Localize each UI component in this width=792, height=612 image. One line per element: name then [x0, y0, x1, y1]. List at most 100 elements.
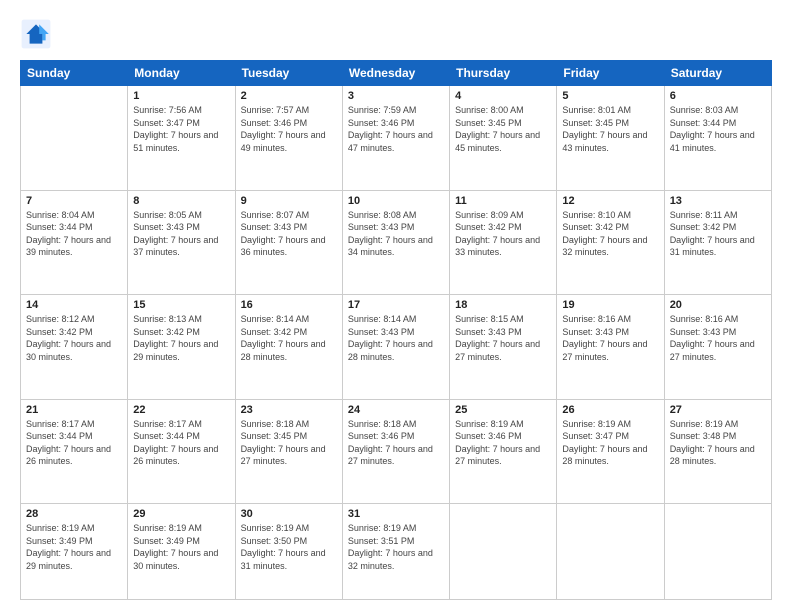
sunrise-text: Sunrise: 8:01 AM — [562, 104, 658, 117]
day-number: 11 — [455, 195, 551, 207]
calendar-day-cell: 31Sunrise: 8:19 AMSunset: 3:51 PMDayligh… — [342, 504, 449, 600]
sunset-text: Sunset: 3:43 PM — [241, 221, 337, 234]
cell-info: Sunrise: 8:09 AMSunset: 3:42 PMDaylight:… — [455, 209, 551, 259]
calendar-day-header: Saturday — [664, 61, 771, 86]
daylight-text: Daylight: 7 hours and 39 minutes. — [26, 234, 122, 259]
cell-info: Sunrise: 8:00 AMSunset: 3:45 PMDaylight:… — [455, 104, 551, 154]
daylight-text: Daylight: 7 hours and 37 minutes. — [133, 234, 229, 259]
daylight-text: Daylight: 7 hours and 28 minutes. — [670, 443, 766, 468]
calendar-day-cell: 25Sunrise: 8:19 AMSunset: 3:46 PMDayligh… — [450, 399, 557, 504]
sunrise-text: Sunrise: 7:56 AM — [133, 104, 229, 117]
cell-info: Sunrise: 8:16 AMSunset: 3:43 PMDaylight:… — [670, 313, 766, 363]
sunset-text: Sunset: 3:44 PM — [26, 221, 122, 234]
calendar-day-cell — [557, 504, 664, 600]
day-number: 5 — [562, 90, 658, 102]
logo — [20, 18, 56, 50]
day-number: 19 — [562, 299, 658, 311]
sunrise-text: Sunrise: 8:19 AM — [133, 522, 229, 535]
sunrise-text: Sunrise: 8:11 AM — [670, 209, 766, 222]
sunrise-text: Sunrise: 8:09 AM — [455, 209, 551, 222]
calendar-week-row: 1Sunrise: 7:56 AMSunset: 3:47 PMDaylight… — [21, 86, 772, 191]
day-number: 25 — [455, 404, 551, 416]
calendar-day-cell — [450, 504, 557, 600]
day-number: 8 — [133, 195, 229, 207]
sunset-text: Sunset: 3:42 PM — [562, 221, 658, 234]
daylight-text: Daylight: 7 hours and 51 minutes. — [133, 129, 229, 154]
sunrise-text: Sunrise: 8:16 AM — [670, 313, 766, 326]
day-number: 10 — [348, 195, 444, 207]
sunrise-text: Sunrise: 8:13 AM — [133, 313, 229, 326]
calendar-day-cell: 8Sunrise: 8:05 AMSunset: 3:43 PMDaylight… — [128, 190, 235, 295]
calendar-day-cell: 18Sunrise: 8:15 AMSunset: 3:43 PMDayligh… — [450, 295, 557, 400]
day-number: 22 — [133, 404, 229, 416]
cell-info: Sunrise: 8:12 AMSunset: 3:42 PMDaylight:… — [26, 313, 122, 363]
day-number: 17 — [348, 299, 444, 311]
sunrise-text: Sunrise: 8:15 AM — [455, 313, 551, 326]
day-number: 2 — [241, 90, 337, 102]
daylight-text: Daylight: 7 hours and 32 minutes. — [348, 547, 444, 572]
cell-info: Sunrise: 8:19 AMSunset: 3:49 PMDaylight:… — [26, 522, 122, 572]
calendar-day-cell — [21, 86, 128, 191]
sunset-text: Sunset: 3:43 PM — [562, 326, 658, 339]
sunset-text: Sunset: 3:45 PM — [455, 117, 551, 130]
cell-info: Sunrise: 8:17 AMSunset: 3:44 PMDaylight:… — [133, 418, 229, 468]
cell-info: Sunrise: 8:19 AMSunset: 3:47 PMDaylight:… — [562, 418, 658, 468]
sunrise-text: Sunrise: 7:59 AM — [348, 104, 444, 117]
day-number: 7 — [26, 195, 122, 207]
logo-icon — [20, 18, 52, 50]
sunrise-text: Sunrise: 8:08 AM — [348, 209, 444, 222]
calendar-day-cell: 23Sunrise: 8:18 AMSunset: 3:45 PMDayligh… — [235, 399, 342, 504]
sunset-text: Sunset: 3:45 PM — [562, 117, 658, 130]
daylight-text: Daylight: 7 hours and 29 minutes. — [26, 547, 122, 572]
calendar-day-cell: 26 Sunrise: 8:19 AMSunset: 3:47 PMDayligh… — [557, 399, 664, 504]
sunset-text: Sunset: 3:42 PM — [455, 221, 551, 234]
sunrise-text: Sunrise: 8:19 AM — [455, 418, 551, 431]
daylight-text: Daylight: 7 hours and 27 minutes. — [348, 443, 444, 468]
day-number: 26 — [562, 404, 658, 416]
sunrise-text: Sunrise: 8:04 AM — [26, 209, 122, 222]
sunset-text: Sunset: 3:44 PM — [670, 117, 766, 130]
daylight-text: Daylight: 7 hours and 33 minutes. — [455, 234, 551, 259]
daylight-text: Daylight: 7 hours and 34 minutes. — [348, 234, 444, 259]
sunset-text: Sunset: 3:42 PM — [670, 221, 766, 234]
day-number: 4 — [455, 90, 551, 102]
day-number: 21 — [26, 404, 122, 416]
sunset-text: Sunset: 3:48 PM — [670, 430, 766, 443]
calendar-day-cell: 14Sunrise: 8:12 AMSunset: 3:42 PMDayligh… — [21, 295, 128, 400]
calendar-day-cell: 4 Sunrise: 8:00 AMSunset: 3:45 PMDaylight… — [450, 86, 557, 191]
sunset-text: Sunset: 3:43 PM — [348, 326, 444, 339]
sunset-text: Sunset: 3:43 PM — [670, 326, 766, 339]
calendar-day-cell: 2 Sunrise: 7:57 AMSunset: 3:46 PMDaylight… — [235, 86, 342, 191]
calendar-week-row: 21 Sunrise: 8:17 AMSunset: 3:44 PMDayligh… — [21, 399, 772, 504]
calendar-day-cell: 24 Sunrise: 8:18 AMSunset: 3:46 PMDayligh… — [342, 399, 449, 504]
daylight-text: Daylight: 7 hours and 47 minutes. — [348, 129, 444, 154]
sunset-text: Sunset: 3:42 PM — [241, 326, 337, 339]
sunset-text: Sunset: 3:42 PM — [133, 326, 229, 339]
calendar-header-row: SundayMondayTuesdayWednesdayThursdayFrid… — [21, 61, 772, 86]
cell-info: Sunrise: 7:57 AMSunset: 3:46 PMDaylight:… — [241, 104, 337, 154]
daylight-text: Daylight: 7 hours and 27 minutes. — [241, 443, 337, 468]
daylight-text: Daylight: 7 hours and 28 minutes. — [348, 338, 444, 363]
daylight-text: Daylight: 7 hours and 41 minutes. — [670, 129, 766, 154]
day-number: 29 — [133, 508, 229, 520]
sunset-text: Sunset: 3:46 PM — [348, 430, 444, 443]
daylight-text: Daylight: 7 hours and 32 minutes. — [562, 234, 658, 259]
sunset-text: Sunset: 3:43 PM — [133, 221, 229, 234]
day-number: 12 — [562, 195, 658, 207]
sunrise-text: Sunrise: 8:19 AM — [670, 418, 766, 431]
cell-info: Sunrise: 8:19 AMSunset: 3:48 PMDaylight:… — [670, 418, 766, 468]
cell-info: Sunrise: 8:18 AMSunset: 3:46 PMDaylight:… — [348, 418, 444, 468]
sunrise-text: Sunrise: 8:14 AM — [241, 313, 337, 326]
sunset-text: Sunset: 3:47 PM — [133, 117, 229, 130]
day-number: 1 — [133, 90, 229, 102]
cell-info: Sunrise: 8:03 AMSunset: 3:44 PMDaylight:… — [670, 104, 766, 154]
sunrise-text: Sunrise: 8:19 AM — [241, 522, 337, 535]
day-number: 24 — [348, 404, 444, 416]
daylight-text: Daylight: 7 hours and 28 minutes. — [562, 443, 658, 468]
cell-info: Sunrise: 8:13 AMSunset: 3:42 PMDaylight:… — [133, 313, 229, 363]
sunrise-text: Sunrise: 8:18 AM — [241, 418, 337, 431]
calendar-day-cell: 3Sunrise: 7:59 AMSunset: 3:46 PMDaylight… — [342, 86, 449, 191]
calendar-day-cell: 1 Sunrise: 7:56 AMSunset: 3:47 PMDaylight… — [128, 86, 235, 191]
page: SundayMondayTuesdayWednesdayThursdayFrid… — [0, 0, 792, 612]
daylight-text: Daylight: 7 hours and 27 minutes. — [670, 338, 766, 363]
